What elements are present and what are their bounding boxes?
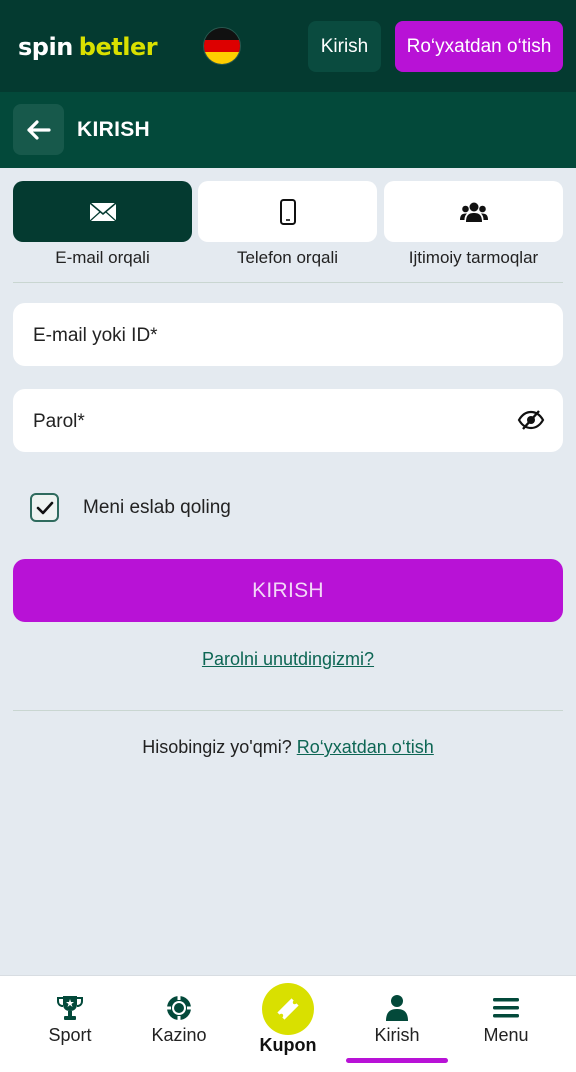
- nav-label-kazino: Kazino: [151, 1025, 207, 1045]
- header-register-button[interactable]: Ro‘yxatdan o‘tish: [395, 21, 563, 72]
- password-field[interactable]: Parol*: [13, 389, 563, 452]
- checkmark-icon: [36, 501, 53, 514]
- active-nav-indicator: [346, 1058, 448, 1063]
- phone-icon: [279, 198, 296, 225]
- top-header: spin betler Kirish Ro‘yxatdan o‘tish: [0, 0, 576, 92]
- tab-email[interactable]: [13, 181, 192, 242]
- nav-label-menu: Menu: [483, 1025, 529, 1045]
- envelope-icon: [88, 201, 117, 221]
- logo-text-betler: betler: [78, 33, 158, 61]
- language-flag-icon[interactable]: [203, 27, 241, 65]
- header-login-button[interactable]: Kirish: [308, 21, 381, 72]
- trophy-icon: [57, 996, 83, 1020]
- page-header: KIRISH: [0, 92, 576, 168]
- nav-item-kupon[interactable]: [262, 983, 314, 1035]
- divider: [13, 282, 563, 283]
- nav-item-menu[interactable]: Menu: [451, 976, 561, 1072]
- register-link[interactable]: Ro‘yxatdan o‘tish: [297, 737, 434, 757]
- password-placeholder: Parol*: [33, 411, 85, 432]
- logo[interactable]: spin betler: [18, 30, 158, 64]
- divider: [13, 710, 563, 711]
- remember-checkbox[interactable]: [30, 493, 59, 522]
- nav-item-kazino[interactable]: Kazino: [124, 976, 234, 1072]
- remember-label[interactable]: Meni eslab qoling: [83, 497, 231, 519]
- hamburger-icon: [493, 998, 519, 1018]
- back-button[interactable]: [13, 104, 64, 155]
- arrow-left-icon: [26, 119, 51, 140]
- tab-email-label: E-mail orqali: [55, 248, 150, 267]
- nav-item-sport[interactable]: Sport: [15, 976, 125, 1072]
- email-placeholder: E-mail yoki ID*: [33, 325, 158, 346]
- page-title: KIRISH: [77, 118, 150, 141]
- nav-label-kirish: Kirish: [374, 1025, 420, 1045]
- email-field[interactable]: E-mail yoki ID*: [13, 303, 563, 366]
- tab-social[interactable]: [384, 181, 563, 242]
- ticket-icon: [277, 998, 299, 1020]
- user-icon: [386, 995, 408, 1021]
- no-account-text: Hisobingiz yo'qmi?: [142, 737, 297, 757]
- login-submit-button[interactable]: KIRISH: [13, 559, 563, 622]
- tab-social-label: Ijtimoiy tarmoqlar: [408, 248, 539, 267]
- users-icon: [459, 202, 488, 222]
- nav-label-sport: Sport: [48, 1025, 92, 1045]
- eye-slash-icon[interactable]: [517, 409, 545, 431]
- tab-phone[interactable]: [198, 181, 377, 242]
- nav-label-kupon: Kupon: [259, 1035, 317, 1055]
- forgot-password-link[interactable]: Parolni unutdingizmi?: [0, 649, 576, 670]
- casino-chip-icon: [167, 996, 191, 1020]
- no-account-row: Hisobingiz yo'qmi? Ro‘yxatdan o‘tish: [0, 737, 576, 758]
- tab-phone-label: Telefon orqali: [236, 248, 339, 267]
- logo-text-spin: spin: [18, 33, 73, 61]
